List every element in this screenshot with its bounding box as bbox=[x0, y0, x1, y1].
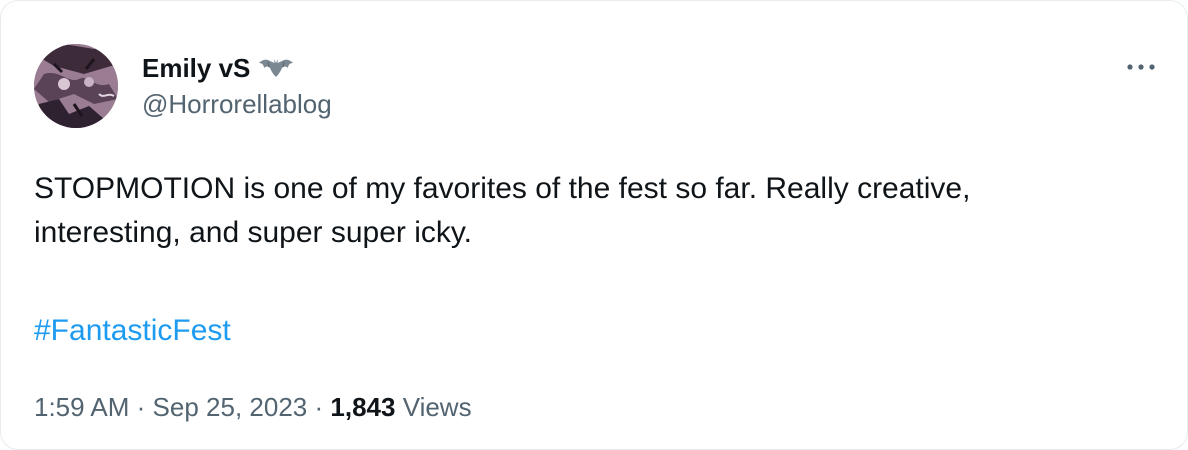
views-count: 1,843 bbox=[330, 392, 396, 422]
views-link[interactable]: 1,843 Views bbox=[330, 392, 471, 422]
bat-icon bbox=[258, 56, 294, 80]
author-avatar[interactable] bbox=[34, 44, 118, 128]
tweet-time: 1:59 AM bbox=[34, 392, 130, 422]
hashtag-link[interactable]: #FantasticFest bbox=[34, 309, 231, 353]
author-name-row: Emily vS bbox=[142, 51, 294, 85]
tweet-card: Emily vS @Horrorellablog STOPMOTION is o… bbox=[0, 0, 1188, 450]
author-handle[interactable]: @Horrorellablog bbox=[142, 89, 332, 120]
tweet-text-line-2: interesting, and super super icky. bbox=[34, 216, 473, 249]
author-display-name[interactable]: Emily vS bbox=[142, 53, 250, 84]
separator-dot: · bbox=[136, 392, 146, 422]
more-options-button[interactable] bbox=[1121, 53, 1161, 81]
avatar-image bbox=[34, 44, 118, 128]
separator-dot: · bbox=[314, 392, 324, 422]
tweet-time-link[interactable]: 1:59 AM · Sep 25, 2023 bbox=[34, 392, 307, 422]
tweet-body: STOPMOTION is one of my favorites of the… bbox=[34, 167, 1154, 255]
tweet-date: Sep 25, 2023 bbox=[152, 392, 308, 422]
views-label: Views bbox=[402, 392, 472, 422]
tweet-metadata: 1:59 AM · Sep 25, 2023 · 1,843 Views bbox=[34, 389, 472, 425]
tweet-text-line-1: STOPMOTION is one of my favorites of the… bbox=[34, 172, 971, 205]
more-horizontal-icon bbox=[1126, 58, 1156, 76]
